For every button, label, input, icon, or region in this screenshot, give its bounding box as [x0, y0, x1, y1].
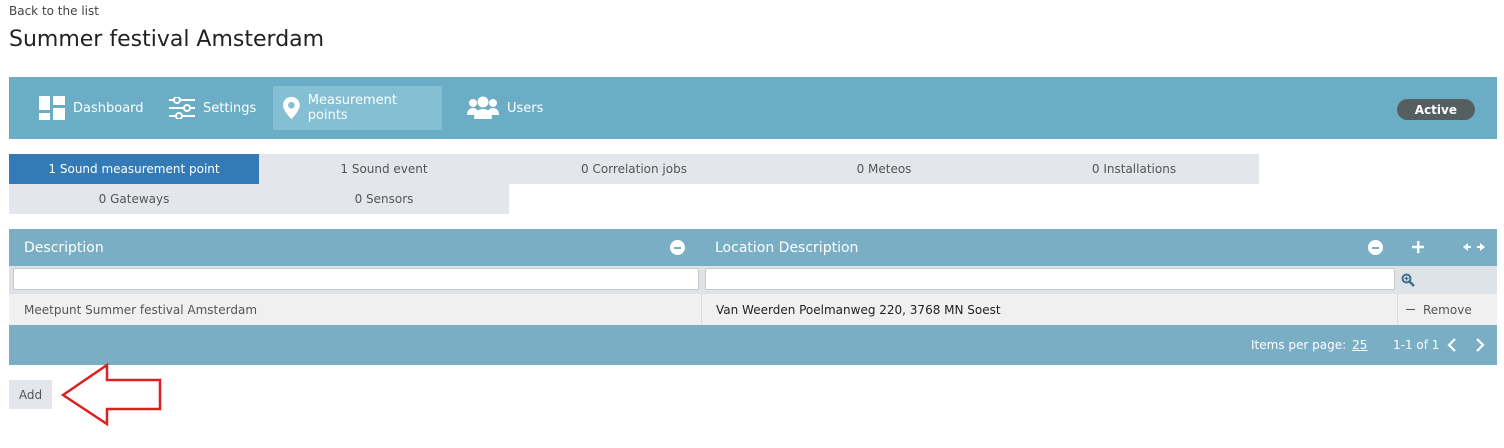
users-icon	[467, 96, 499, 119]
grid-header: Description Location Description	[9, 229, 1497, 266]
status-badge: Active	[1396, 99, 1475, 120]
remove-label: Remove	[1423, 302, 1472, 317]
cell-divider	[701, 294, 702, 325]
items-per-page-label: Items per page:	[1251, 338, 1347, 352]
table-row[interactable]: Meetpunt Summer festival Amsterdam Van W…	[9, 294, 1497, 325]
tab-meteos[interactable]: 0 Meteos	[759, 154, 1009, 184]
chevron-left-icon[interactable]	[1446, 337, 1458, 353]
nav-settings-label: Settings	[203, 100, 257, 116]
nav-measurement-points-label: Measurement points	[307, 93, 398, 123]
search-icon[interactable]	[1401, 273, 1415, 287]
page-title: Summer festival Amsterdam	[9, 27, 325, 52]
filter-row	[9, 266, 1497, 294]
sliders-icon	[169, 97, 195, 119]
hide-description-column-icon[interactable]	[670, 240, 685, 255]
add-column-icon[interactable]	[1410, 239, 1426, 255]
items-per-page-selector[interactable]: 25	[1352, 338, 1367, 352]
column-header-location-description[interactable]: Location Description	[715, 229, 858, 266]
nav-measurement-points[interactable]: Measurement points	[273, 86, 442, 130]
hide-location-column-icon[interactable]	[1368, 240, 1383, 255]
annotation-arrow-icon	[60, 362, 162, 427]
pagination-range: 1-1 of 1	[1393, 338, 1440, 352]
nav-settings[interactable]: Settings	[159, 86, 266, 130]
tab-installations[interactable]: 0 Installations	[1009, 154, 1259, 184]
tab-sound-events[interactable]: 1 Sound event	[259, 154, 509, 184]
top-navbar: Dashboard Settings Measurement points Us…	[9, 77, 1497, 139]
tab-sound-measurement-points[interactable]: 1 Sound measurement point	[9, 154, 259, 184]
minus-icon	[1406, 309, 1415, 310]
tab-sensors[interactable]: 0 Sensors	[259, 184, 509, 214]
description-filter-input[interactable]	[13, 268, 699, 290]
resize-columns-icon[interactable]	[1462, 239, 1486, 255]
location-filter-input[interactable]	[705, 268, 1395, 290]
nav-users-label: Users	[507, 100, 544, 116]
nav-dashboard[interactable]: Dashboard	[29, 86, 154, 130]
tab-correlation-jobs[interactable]: 0 Correlation jobs	[509, 154, 759, 184]
map-pin-icon	[283, 96, 300, 120]
nav-dashboard-label: Dashboard	[73, 100, 144, 116]
location-cell: Van Weerden Poelmanweg 220, 3768 MN Soes…	[716, 302, 1001, 317]
nav-users[interactable]: Users	[457, 86, 553, 130]
dashboard-icon	[39, 96, 65, 120]
grid-footer: Items per page: 25 1-1 of 1	[9, 325, 1497, 365]
column-header-description[interactable]: Description	[24, 229, 104, 266]
cell-divider	[1397, 294, 1398, 325]
tab-gateways[interactable]: 0 Gateways	[9, 184, 259, 214]
add-button[interactable]: Add	[9, 380, 52, 409]
back-to-list-link[interactable]: Back to the list	[9, 4, 99, 18]
remove-button[interactable]: Remove	[1406, 303, 1472, 317]
description-cell: Meetpunt Summer festival Amsterdam	[24, 302, 258, 317]
chevron-right-icon[interactable]	[1474, 337, 1486, 353]
